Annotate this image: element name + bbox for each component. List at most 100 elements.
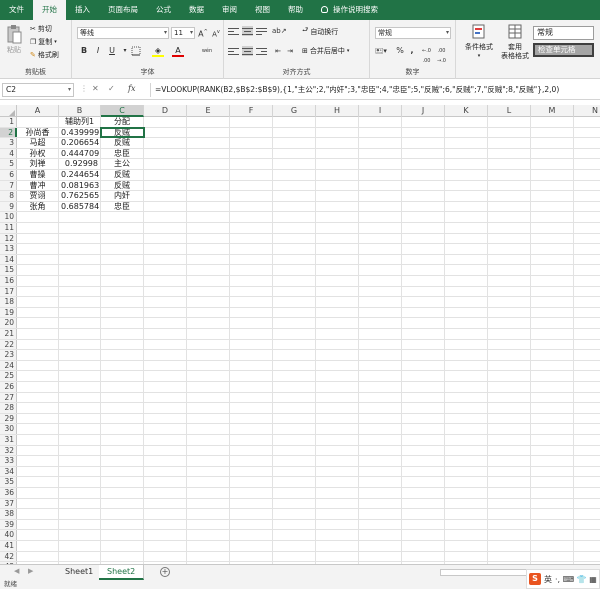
cell-g6[interactable] [273,170,316,180]
cell-h2[interactable] [316,127,359,138]
cell-b41[interactable] [59,541,101,551]
cell-j34[interactable] [402,466,445,477]
cell-b17[interactable] [59,286,101,297]
cell-n34[interactable] [574,467,600,477]
bold-button[interactable]: B [78,46,90,58]
cell-d9[interactable] [144,201,187,212]
cell-l18[interactable] [488,297,531,307]
comma-button[interactable]: , [406,46,418,58]
cell-a18[interactable] [17,297,59,307]
name-box[interactable]: C2 ▾ [2,83,74,97]
cell-j18[interactable] [402,297,445,307]
cell-g13[interactable] [273,244,316,254]
cell-m21[interactable] [531,329,574,339]
cell-k6[interactable] [445,170,488,180]
add-sheet-button[interactable]: + [160,567,170,577]
cell-g21[interactable] [273,329,316,339]
cell-g2[interactable] [273,127,316,138]
cell-a2[interactable]: 孙尚香 [17,127,59,138]
cell-c4[interactable]: 忠臣 [101,148,144,159]
cell-g11[interactable] [273,223,316,233]
cell-j36[interactable] [402,488,445,498]
cell-e21[interactable] [187,329,230,339]
cell-e25[interactable] [187,371,230,381]
row-header[interactable]: 16 [0,276,17,286]
cell-d17[interactable] [144,286,187,297]
cell-j2[interactable] [402,127,445,138]
cell-b31[interactable] [59,435,101,445]
cell-b19[interactable] [59,307,101,318]
cell-i36[interactable] [359,488,402,498]
row-header[interactable]: 36 [0,488,17,498]
font-name-combo[interactable]: 等线 ▾ [77,27,169,39]
cell-g42[interactable] [273,551,316,562]
cell-c9[interactable]: 忠臣 [101,201,144,212]
row-header[interactable]: 40 [0,530,17,540]
cell-a9[interactable]: 张角 [17,201,59,212]
cell-n12[interactable] [574,234,600,244]
cell-j1[interactable] [402,117,445,127]
cell-b5[interactable]: 0.92998 [59,159,101,169]
cell-m1[interactable] [531,117,574,127]
cell-k22[interactable] [445,339,488,350]
sheet-tab-sheet2[interactable]: Sheet2 [99,565,145,580]
cell-n21[interactable] [574,329,600,339]
cell-e28[interactable] [187,403,230,413]
cell-l6[interactable] [488,170,531,180]
cell-l30[interactable] [488,424,531,434]
cell-i2[interactable] [359,127,402,138]
cell-f21[interactable] [230,329,273,339]
row-header[interactable]: 25 [0,371,17,381]
cell-d4[interactable] [144,148,187,159]
cell-j9[interactable] [402,201,445,212]
cell-l26[interactable] [488,382,531,392]
cell-k12[interactable] [445,233,488,244]
cell-l38[interactable] [488,509,531,519]
cell-j13[interactable] [402,244,445,254]
cell-k34[interactable] [445,466,488,477]
cell-n6[interactable] [574,170,600,180]
row-header[interactable]: 10 [0,212,17,222]
cell-i24[interactable] [359,360,402,371]
cell-k11[interactable] [445,223,488,233]
cell-b10[interactable] [59,212,101,222]
cell-h14[interactable] [316,254,359,265]
column-header-j[interactable]: J [402,105,445,117]
cell-g22[interactable] [273,339,316,350]
cell-b39[interactable] [59,519,101,530]
cell-f27[interactable] [230,392,273,403]
cell-g20[interactable] [273,318,316,328]
cell-n36[interactable] [574,488,600,498]
cell-f13[interactable] [230,244,273,254]
cell-g8[interactable] [273,191,316,201]
cell-a42[interactable] [17,551,59,562]
cell-d41[interactable] [144,541,187,551]
cell-b23[interactable] [59,350,101,360]
cell-l24[interactable] [488,360,531,371]
cell-h31[interactable] [316,435,359,445]
cell-a21[interactable] [17,329,59,339]
row-header[interactable]: 18 [0,297,17,307]
cell-j32[interactable] [402,445,445,456]
cell-m20[interactable] [531,318,574,328]
cell-l16[interactable] [488,276,531,286]
cell-h1[interactable] [316,117,359,127]
cell-d21[interactable] [144,329,187,339]
cell-e11[interactable] [187,223,230,233]
cell-c31[interactable] [101,435,144,445]
cell-l11[interactable] [488,223,531,233]
row-header[interactable]: 38 [0,509,17,519]
cell-b12[interactable] [59,233,101,244]
cell-b18[interactable] [59,297,101,307]
cell-m26[interactable] [531,382,574,392]
cell-c32[interactable] [101,445,144,456]
cell-m36[interactable] [531,488,574,498]
cell-a41[interactable] [17,541,59,551]
cell-d35[interactable] [144,477,187,487]
cell-k29[interactable] [445,413,488,424]
cell-style-normal[interactable]: 常规 [533,26,594,40]
cell-d6[interactable] [144,170,187,180]
cell-i34[interactable] [359,466,402,477]
cell-i22[interactable] [359,339,402,350]
row-header[interactable]: 24 [0,360,17,371]
